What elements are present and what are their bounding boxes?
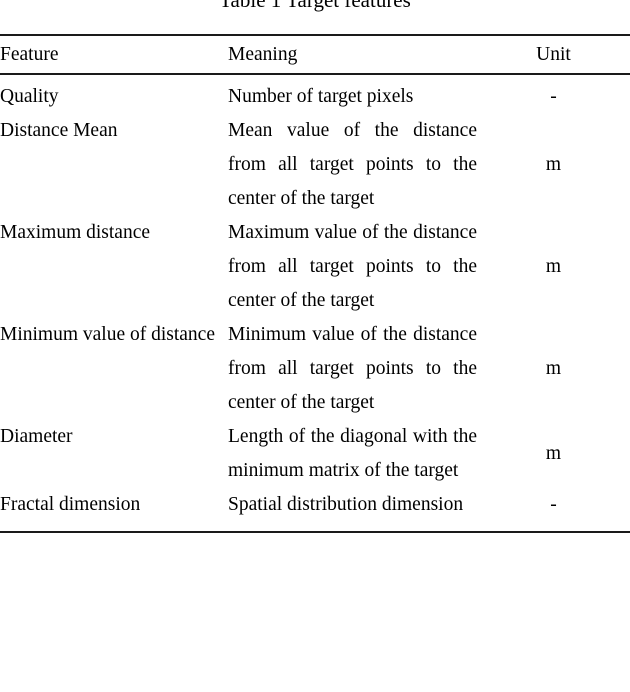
feature-text: Minimum value of distance — [0, 324, 215, 345]
cell-feature: Minimum value of distance — [0, 318, 228, 420]
table-figure: Table 1 Target features Feature Meaning … — [0, 0, 630, 692]
feature-text: Distance Mean — [0, 120, 118, 141]
table-row: Diameter Length of the diagonal with the… — [0, 420, 630, 488]
unit-text: m — [545, 443, 562, 464]
target-features-table: Feature Meaning Unit Quality Number of t… — [0, 34, 630, 533]
cell-unit: - — [477, 74, 630, 114]
cell-meaning: Mean value of the distance from all targ… — [228, 114, 477, 216]
table-header-row: Feature Meaning Unit — [0, 35, 630, 74]
meaning-text: Minimum value of the distance from all t… — [228, 324, 477, 413]
unit-text: m — [545, 154, 562, 175]
cell-meaning: Number of target pixels — [228, 74, 477, 114]
cell-unit: - — [477, 488, 630, 532]
cell-feature: Maximum distance — [0, 216, 228, 318]
table-caption: Table 1 Target features — [219, 0, 411, 12]
table-row: Quality Number of target pixels - — [0, 74, 630, 114]
cell-meaning: Maximum value of the distance from all t… — [228, 216, 477, 318]
table-container: Feature Meaning Unit Quality Number of t… — [0, 34, 630, 533]
table-row: Fractal dimension Spatial distribution d… — [0, 488, 630, 532]
column-header-unit: Unit — [536, 44, 571, 65]
table-row: Minimum value of distance Minimum value … — [0, 318, 630, 420]
feature-text: Fractal dimension — [0, 494, 141, 515]
table-row: Distance Mean Mean value of the distance… — [0, 114, 630, 216]
feature-text: Diameter — [0, 426, 73, 447]
cell-unit: m — [477, 114, 630, 216]
table-header: Feature Meaning Unit — [0, 35, 630, 74]
cell-feature: Fractal dimension — [0, 488, 228, 532]
cell-meaning: Minimum value of the distance from all t… — [228, 318, 477, 420]
feature-text: Maximum distance — [0, 222, 151, 243]
cell-feature: Diameter — [0, 420, 228, 488]
feature-text: Quality — [0, 86, 59, 107]
meaning-text: Length of the diagonal with the minimum … — [228, 426, 477, 481]
table-row: Maximum distance Maximum value of the di… — [0, 216, 630, 318]
unit-text: m — [545, 358, 562, 379]
unit-text: - — [550, 494, 557, 515]
cell-unit: m — [477, 216, 630, 318]
table-body: Quality Number of target pixels - Distan… — [0, 74, 630, 532]
column-header-meaning: Meaning — [228, 44, 298, 65]
unit-text: m — [545, 256, 562, 277]
unit-text: - — [550, 86, 557, 107]
cell-feature: Distance Mean — [0, 114, 228, 216]
cell-unit: m — [477, 318, 630, 420]
meaning-text: Number of target pixels — [228, 86, 414, 107]
cell-unit: m — [477, 420, 630, 488]
meaning-text: Spatial distribution dimension — [228, 494, 464, 515]
column-header-feature: Feature — [0, 44, 59, 65]
meaning-text: Mean value of the distance from all targ… — [228, 120, 477, 209]
cell-meaning: Spatial distribution dimension — [228, 488, 477, 532]
cell-feature: Quality — [0, 74, 228, 114]
meaning-text: Maximum value of the distance from all t… — [228, 222, 477, 311]
cell-meaning: Length of the diagonal with the minimum … — [228, 420, 477, 488]
